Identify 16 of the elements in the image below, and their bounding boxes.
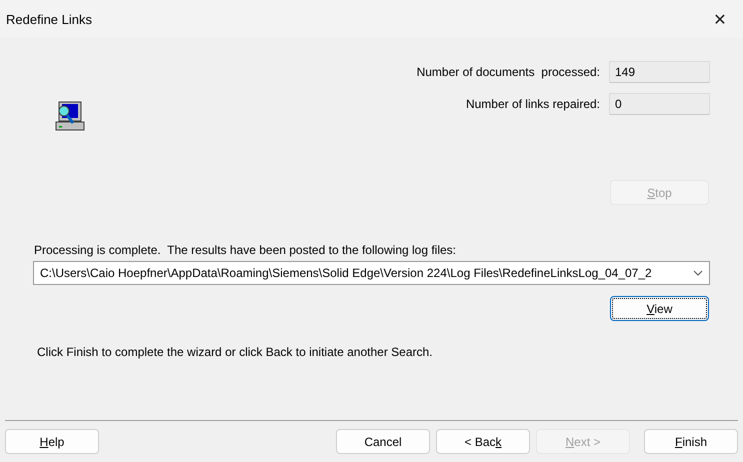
view-button[interactable]: View [610, 296, 709, 321]
close-button[interactable]: ✕ [697, 0, 743, 38]
message-text: Processing is complete. The results have been posted to the following log files: [34, 243, 458, 257]
readonly-field: 149 [609, 61, 710, 83]
stat-label: Number of links repaired: [466, 97, 600, 111]
wizard-button[interactable]: Cancel [336, 429, 430, 454]
stat-label: Number of documents processed: [416, 65, 600, 79]
log-file-dropdown[interactable]: C:\Users\Caio Hoepfner\AppData\Roaming\Siemens\Solid Edge\Version 224\Log Files\RedefineLinksLog_04_07_2 [33, 261, 710, 285]
wizard-button[interactable]: Finish [644, 429, 738, 454]
instruction-text: Click Finish to complete the wizard or click Back to initiate another Search. [37, 345, 434, 359]
readonly-field: 0 [609, 93, 710, 115]
wizard-button[interactable]: Help [5, 429, 99, 454]
computer-search-icon [54, 100, 86, 132]
chevron-down-icon [693, 270, 703, 276]
wizard-button[interactable]: < Back [436, 429, 530, 454]
window-title: Redefine Links [6, 12, 92, 26]
